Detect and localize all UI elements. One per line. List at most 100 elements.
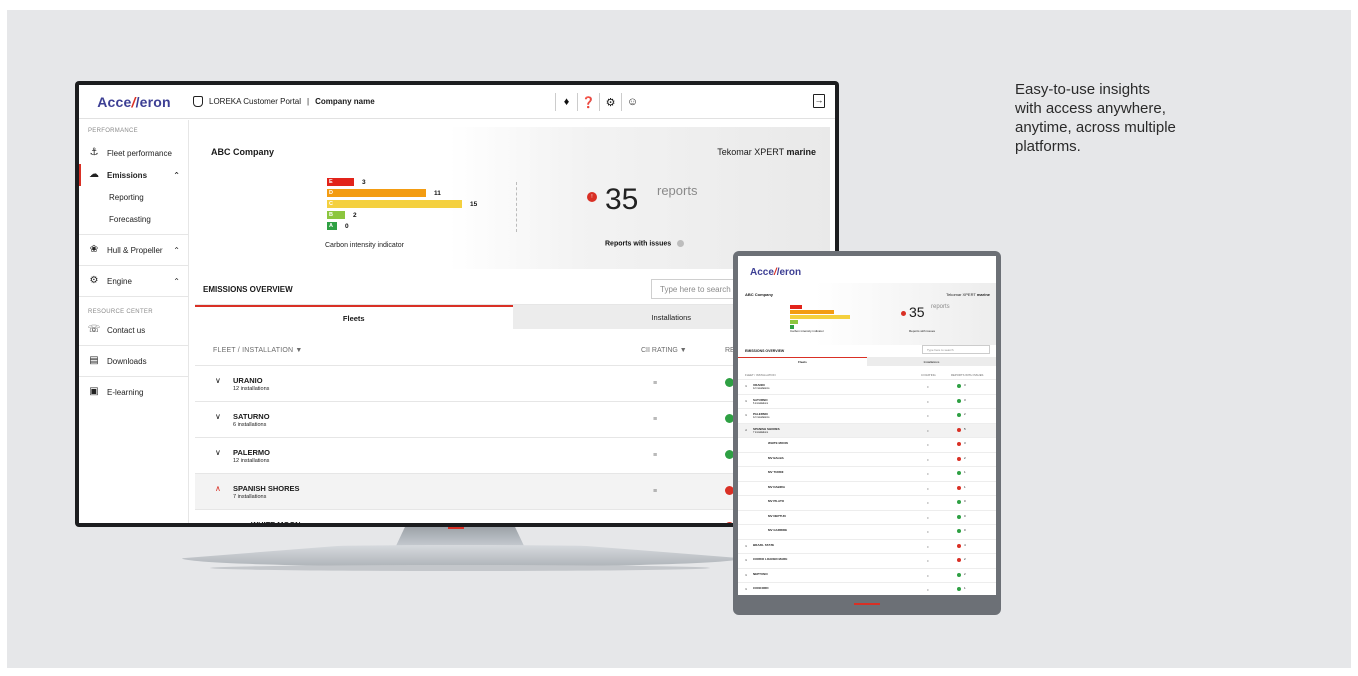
col-cii[interactable]: CII RATING ▼ (641, 347, 687, 354)
chevron-down-icon[interactable]: ∨ (215, 412, 221, 421)
sidebar-item-fleet-performance[interactable]: ⚓ Fleet performance (79, 142, 188, 164)
status-dot (957, 485, 961, 490)
tablet-table-row[interactable]: MV DABIRA ≡ 1 (738, 480, 996, 495)
chevron-down-icon[interactable]: ∨ (745, 413, 747, 417)
tablet-table-row[interactable]: MV BALBA ≡ 2 (738, 451, 996, 466)
list-icon: ≡ (653, 416, 658, 423)
cii-label: Carbon intensity indicator (325, 242, 404, 249)
col-fleet[interactable]: FLEET / INSTALLATION ▼ (213, 347, 303, 354)
gear-icon[interactable]: ⚙ (599, 93, 621, 111)
chevron-down-icon[interactable]: ∨ (745, 384, 747, 388)
tablet-row-value: 3 (964, 397, 966, 402)
tablet-search-input[interactable]: Type here to search (922, 345, 990, 354)
tablet-table-row[interactable]: MV PILATO ≡ 0 (738, 495, 996, 509)
cii-value: 2 (353, 211, 357, 219)
user-icon[interactable]: ☺ (621, 93, 643, 111)
reports-with-issues[interactable]: Reports with issues (605, 240, 685, 247)
tablet-row-subtitle: 12 installations (753, 416, 770, 419)
monitor-base-shadow (210, 565, 710, 571)
sidebar-item-forecasting[interactable]: Forecasting (79, 208, 188, 230)
cii-row: E3 (327, 177, 477, 187)
chevron-down-icon[interactable]: ∨ (745, 399, 747, 403)
tablet-table-row[interactable]: ∨ SATURNO 6 installations ≡ 3 (738, 393, 996, 408)
tablet-table-row[interactable]: ∨ CORDO LOADED MARE ≡ 2 (738, 553, 996, 567)
tablet-table-row[interactable]: MV GARRIDE ≡ 0 (738, 524, 996, 538)
status-dot (957, 456, 961, 461)
tablet-reports-issues[interactable]: Reports with issues (909, 329, 935, 333)
tablet-screen: Acce//eron ABC Company Tekomar XPERT mar… (738, 256, 996, 595)
cii-bar: B (327, 211, 345, 219)
sidebar-item-reporting[interactable]: Reporting (79, 186, 188, 208)
tablet-col-reports[interactable]: REPORTS WITH ISSUES (951, 373, 983, 377)
sidebar-item-contact-us[interactable]: ☏ Contact us (79, 319, 188, 341)
tablet-table-row[interactable]: ∧ SPANISH SHORES 7 installations ≡ 5 (738, 422, 996, 437)
tablet-row-subtitle: 6 installations (753, 401, 769, 405)
company-title: ABC Company (211, 147, 275, 157)
sidebar-item-emissions[interactable]: ☁ Emissions ⌃ (79, 164, 188, 186)
chevron-down-icon[interactable]: ∨ (215, 376, 221, 385)
list-icon: ≡ (927, 414, 929, 418)
tablet-row-value: 0 (964, 528, 966, 532)
help-icon[interactable]: ❓ (577, 93, 599, 111)
list-icon: ≡ (927, 573, 929, 578)
chevron-down-icon[interactable]: ∧ (745, 428, 747, 432)
tablet-table-header: FLEET / INSTALLATION CII RATING REPORTS … (738, 371, 996, 379)
tablet-table-row[interactable]: ∨ PALERMO 12 installations ≡ 2 (738, 408, 996, 422)
status-dot (957, 529, 961, 533)
tablet-cii-bar (790, 320, 798, 324)
chevron-down-icon[interactable]: ∨ (215, 448, 221, 457)
tablet-tab-installations[interactable]: Installations (867, 357, 996, 366)
divider (516, 182, 517, 232)
status-dot (957, 543, 961, 548)
list-icon: ≡ (927, 501, 929, 505)
chevron-down-icon[interactable]: ∨ (745, 544, 747, 548)
row-name: PALERMO (233, 448, 270, 457)
list-icon: ≡ (653, 488, 658, 495)
tablet-row-value: 2 (964, 557, 966, 561)
power-led (448, 527, 464, 529)
brand-logo[interactable]: Acce//eron (79, 94, 189, 110)
tab-fleets[interactable]: Fleets (195, 305, 513, 329)
status-dot (957, 572, 961, 577)
sidebar-item-engine[interactable]: ⚙ Engine ⌃ (79, 270, 188, 292)
tablet-table-row[interactable]: ∨ NEPTUNO ≡ 2 (738, 567, 996, 582)
tablet-row-value: 5 (964, 426, 966, 431)
elearning-icon: ▣ (89, 386, 99, 397)
chevron-down-icon[interactable]: ∨ (745, 573, 747, 577)
tablet-table-row[interactable]: ∨ CONCORD ≡ 1 (738, 582, 996, 595)
info-icon[interactable] (677, 240, 685, 247)
tablet-product: Tekomar XPERT marine (946, 292, 990, 297)
tablet-table-row[interactable]: WHITE MOON ≡ 3 (738, 437, 996, 451)
tablet-tab-fleets[interactable]: Fleets (738, 357, 867, 366)
tablet-table-row[interactable]: MV TURINI ≡ 1 (738, 466, 996, 480)
chevron-down-icon[interactable]: ∨ (745, 558, 747, 562)
chevron-up-icon[interactable]: ∧ (215, 484, 221, 493)
tablet-cii-bar (790, 305, 802, 309)
tablet-row-name: CONCORD (753, 586, 769, 590)
row-name: URANIO (233, 376, 263, 385)
tablet-table-row[interactable]: MV NEPTUN ≡ 0 (738, 509, 996, 524)
status-dot (957, 587, 961, 591)
tablet-col-fleet[interactable]: FLEET / INSTALLATION (745, 373, 775, 377)
logout-icon[interactable]: → (813, 94, 825, 108)
list-icon: ≡ (927, 428, 929, 433)
bell-icon[interactable]: ♦ (555, 93, 577, 111)
tablet-logo[interactable]: Acce//eron (750, 267, 801, 278)
tablet-table-row[interactable]: ∨ URANIO 12 installations ≡ 3 (738, 379, 996, 393)
tablet-row-name: MV TURINI (768, 470, 784, 474)
tablet-tabs: Fleets Installations (738, 357, 996, 366)
tablet-row-value: 2 (964, 571, 966, 576)
sidebar-item-downloads[interactable]: ▤ Downloads (79, 350, 188, 372)
status-dot (957, 427, 961, 432)
sidebar-item-hull-propeller[interactable]: ❀ Hull & Propeller ⌃ (79, 239, 188, 261)
tablet-col-cii[interactable]: CII RATING (921, 373, 936, 377)
sidebar-item-elearning[interactable]: ▣ E-learning (79, 381, 188, 403)
chevron-down-icon[interactable]: ∨ (745, 587, 747, 591)
tablet-cii-bar (790, 310, 834, 314)
headset-icon: ☏ (87, 324, 101, 335)
row-name: SPANISH SHORES (233, 484, 300, 493)
tablet-cii-chart (790, 305, 850, 330)
desktop-monitor: Acce//eron LOREKA Customer Portal | Comp… (75, 81, 839, 527)
tablet-table-row[interactable]: ∨ BRAZIL STATE ≡ 4 (738, 538, 996, 553)
status-dot (957, 413, 961, 417)
